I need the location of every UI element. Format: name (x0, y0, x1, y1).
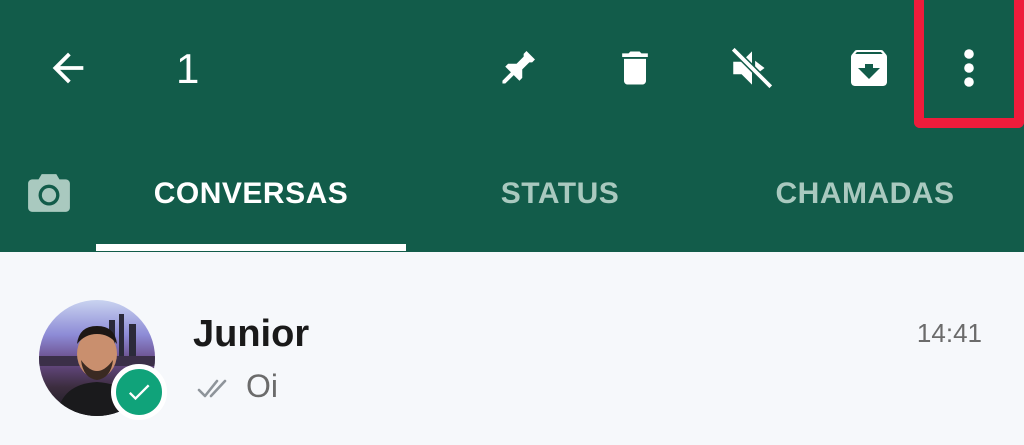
app-header: 1 CONVERSAS STATUS CHAMADAS (0, 0, 1024, 252)
selected-check-badge (111, 364, 167, 420)
archive-button[interactable] (834, 30, 904, 106)
back-button[interactable] (33, 30, 103, 106)
selected-count: 1 (176, 45, 200, 92)
tab-camera[interactable] (20, 168, 78, 218)
trash-icon (622, 51, 648, 85)
whatsapp-screen: 1 CONVERSAS STATUS CHAMADAS Junior 14:41… (0, 0, 1024, 445)
tab-chamadas[interactable]: CHAMADAS (760, 172, 970, 216)
tab-status[interactable]: STATUS (440, 172, 680, 216)
archive-icon (851, 50, 887, 86)
selection-toolbar: 1 (0, 0, 1024, 140)
tab-conversas[interactable]: CONVERSAS (96, 172, 406, 216)
tab-bar: CONVERSAS STATUS CHAMADAS (0, 140, 1024, 252)
active-tab-indicator (96, 244, 406, 251)
chat-name: Junior (193, 313, 310, 355)
camera-icon (28, 174, 70, 212)
more-options-button[interactable] (934, 30, 1004, 106)
pin-button[interactable] (483, 30, 553, 106)
more-vertical-icon (964, 49, 974, 87)
arrow-back-icon (52, 52, 84, 84)
double-check-icon (197, 379, 227, 398)
chat-time: 14:41 (916, 318, 982, 348)
chat-last-message: Oi (246, 368, 278, 404)
chat-list-item[interactable]: Junior 14:41 Oi (0, 252, 1024, 445)
check-icon (128, 384, 150, 401)
delete-button[interactable] (600, 30, 670, 106)
pin-icon (502, 51, 535, 84)
mute-icon (730, 46, 774, 90)
mute-button[interactable] (717, 30, 787, 106)
